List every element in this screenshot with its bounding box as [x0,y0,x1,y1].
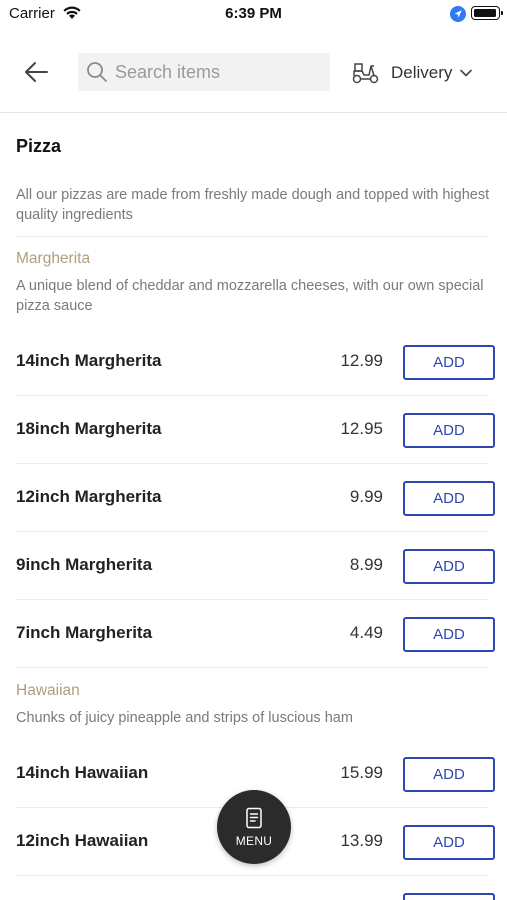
add-button[interactable]: ADD [403,757,495,792]
item-price: 8.99 [349,555,383,574]
add-button[interactable]: ADD [403,825,495,860]
divider [16,667,489,668]
menu-book-icon [246,807,262,828]
status-bar: Carrier 6:39 PM [0,0,507,30]
back-arrow-icon [25,62,48,82]
add-button[interactable]: ADD [403,617,495,652]
divider [16,875,489,876]
menu-fab-label: MENU [235,833,273,848]
divider [16,463,489,464]
group-title-hawaiian: Hawaiian [16,682,80,699]
menu-item-row [0,877,507,900]
search-input[interactable] [115,61,315,83]
location-arrow-icon [450,6,466,27]
item-name: 12inch Margherita [16,487,162,506]
item-price: 9.99 [349,487,383,506]
delivery-label: Delivery [391,63,453,82]
group-description-hawaiian: Chunks of juicy pineapple and strips of … [16,710,353,726]
top-header: Delivery [0,32,507,113]
battery-icon [471,6,503,20]
add-button[interactable]: ADD [403,345,495,380]
scooter-icon [352,63,379,84]
group-title-margherita: Margherita [16,250,91,267]
divider [16,599,489,600]
menu-item-row: 14inch Margherita 12.99 ADD [0,329,507,397]
section-description: All our pizzas are made from freshly mad… [16,187,490,223]
item-price: 12.95 [340,419,383,438]
delivery-selector[interactable]: Delivery [352,58,473,88]
menu-item-row: 7inch Margherita 4.49 ADD [0,601,507,669]
item-price: 12.99 [340,351,383,370]
status-time: 6:39 PM [225,5,282,22]
item-price: 15.99 [340,763,383,782]
section-title: Pizza [16,136,62,156]
item-name: 18inch Margherita [16,419,162,438]
search-icon [86,61,108,83]
item-name: 14inch Hawaiian [16,763,149,782]
menu-item-row: 9inch Margherita 8.99 ADD [0,533,507,601]
item-price: 13.99 [340,831,383,850]
add-button[interactable]: ADD [403,413,495,448]
divider [16,531,489,532]
divider [16,236,489,237]
add-button[interactable] [403,893,495,900]
divider [16,395,489,396]
item-name: 7inch Margherita [16,623,153,642]
item-name: 14inch Margherita [16,351,162,370]
add-button[interactable]: ADD [403,549,495,584]
add-button[interactable]: ADD [403,481,495,516]
search-box[interactable] [78,53,330,91]
chevron-down-icon [460,69,473,77]
item-price: 4.49 [349,623,383,642]
menu-item-row: 12inch Margherita 9.99 ADD [0,465,507,533]
menu-fab-button[interactable]: MENU [217,790,291,864]
menu-item-row: 18inch Margherita 12.95 ADD [0,397,507,465]
group-description-margherita: A unique blend of cheddar and mozzarella… [16,278,484,314]
item-name: 9inch Margherita [16,555,153,574]
back-button[interactable] [18,56,54,88]
item-name: 12inch Hawaiian [16,831,149,850]
